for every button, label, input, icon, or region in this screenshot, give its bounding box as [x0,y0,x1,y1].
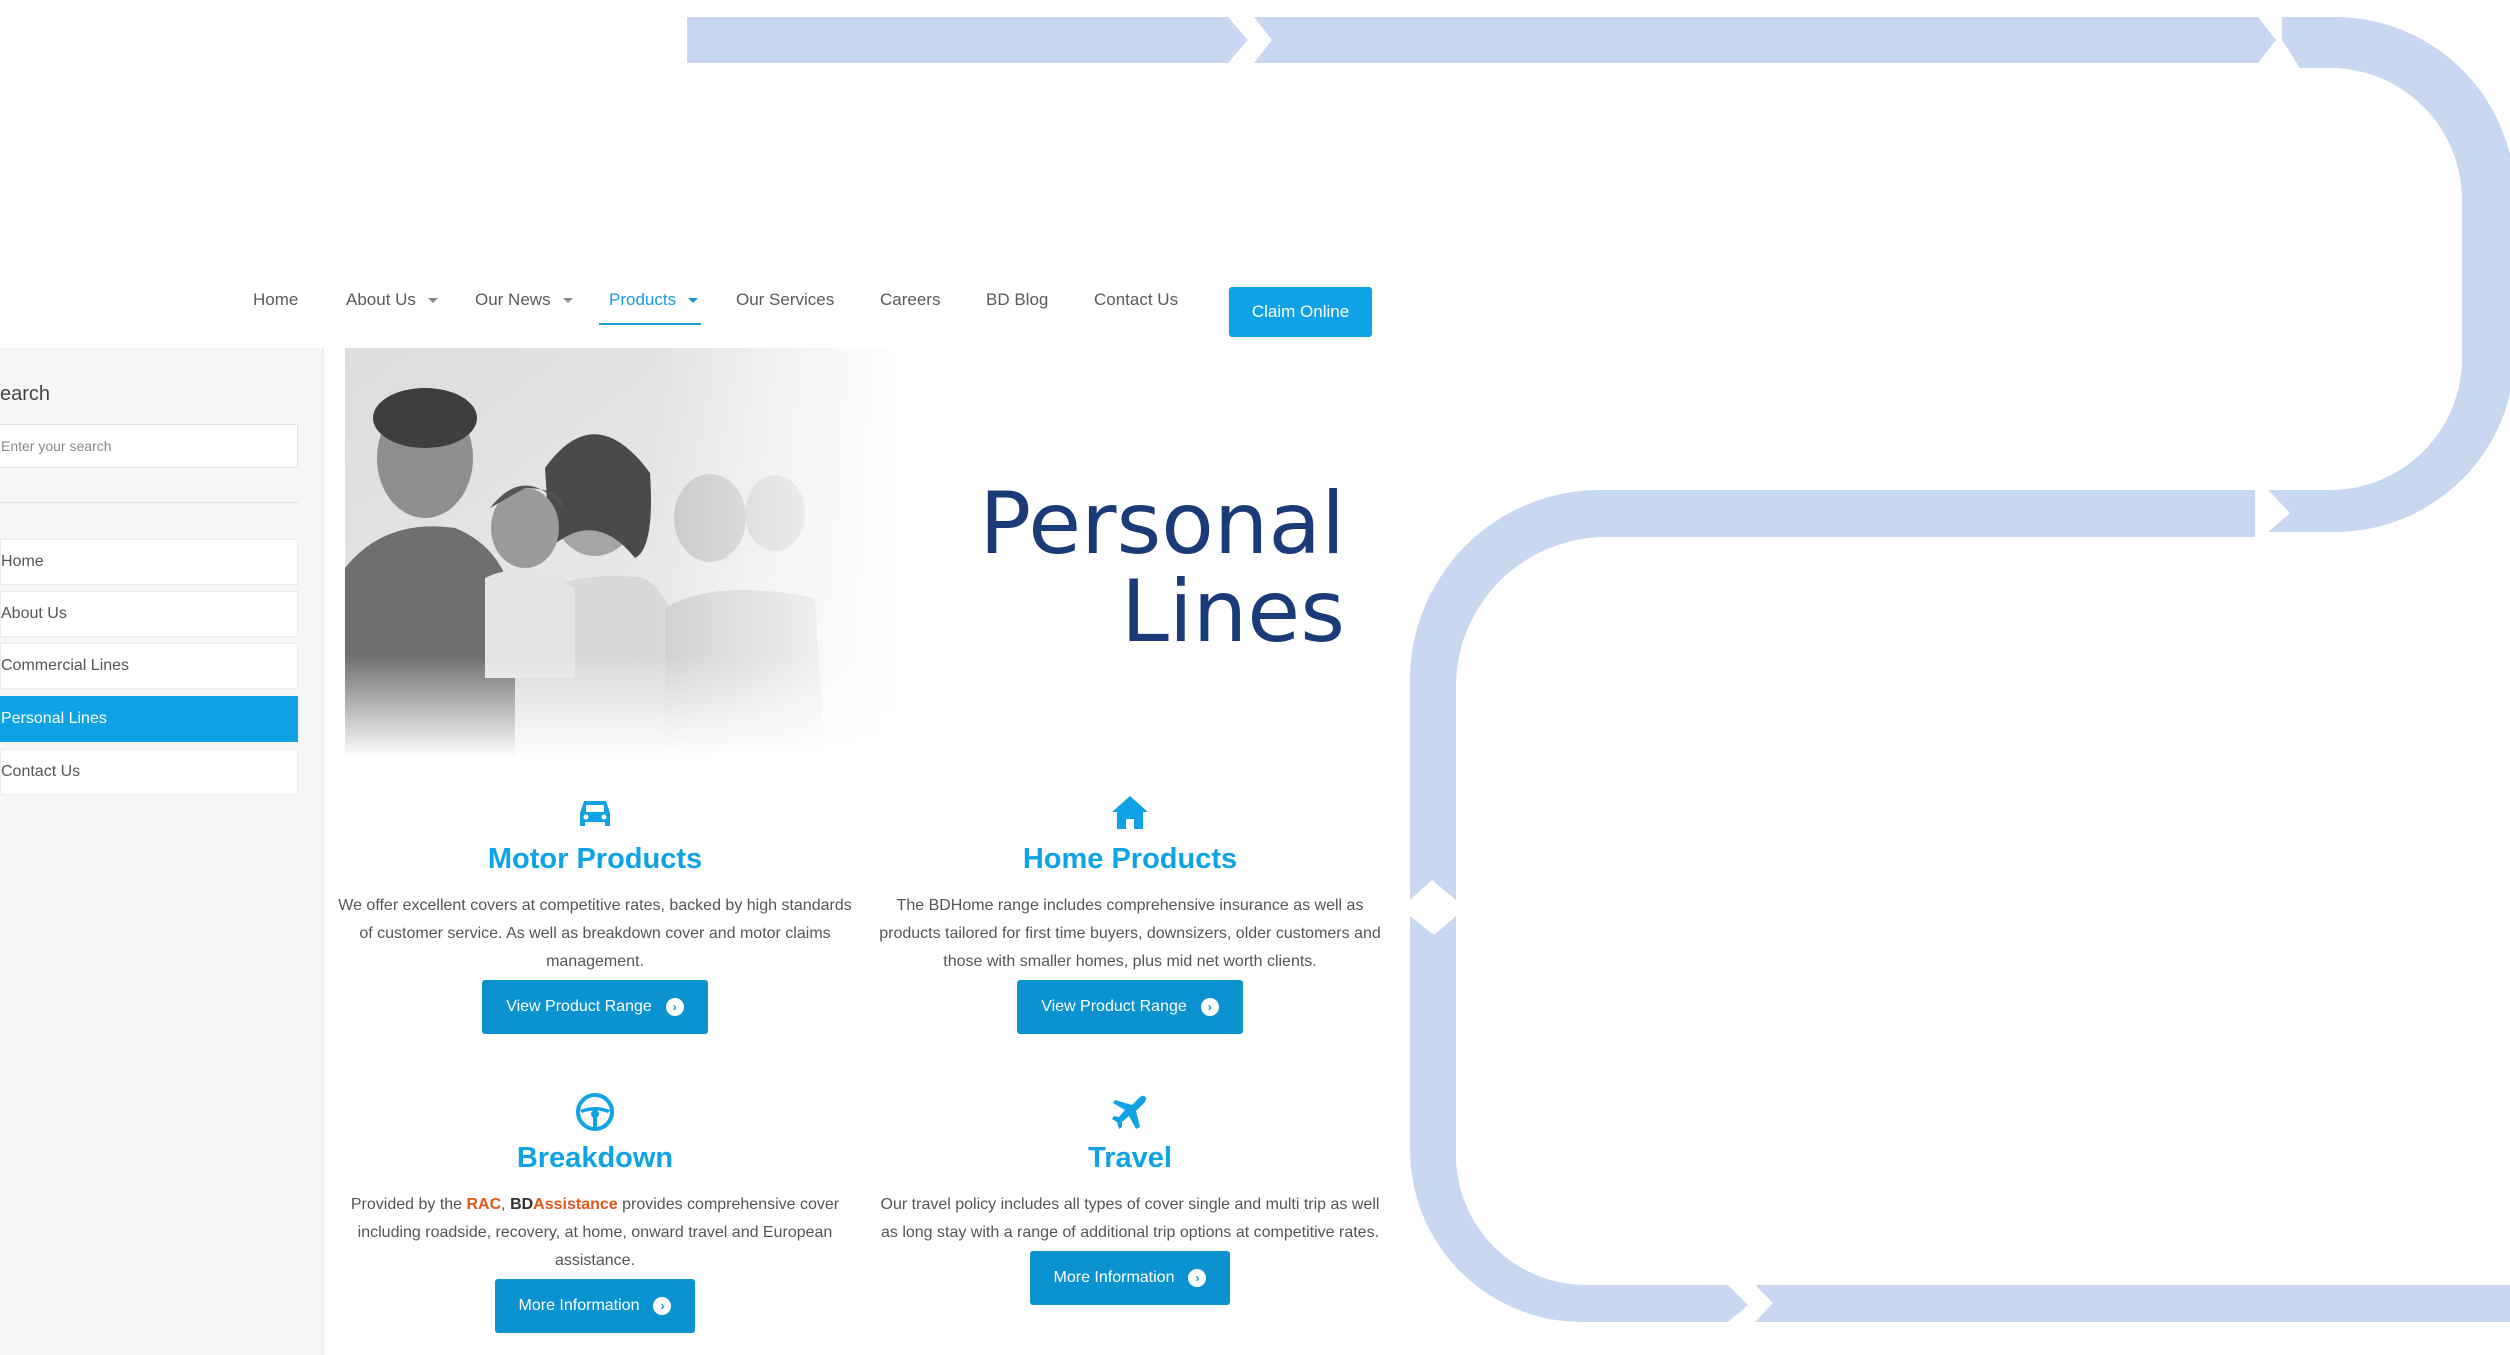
desc-text: Provided by the [350,1196,467,1213]
nav-label: About Us [346,290,416,309]
title-line-1: Personal [979,474,1345,574]
sidebar-item-about-us[interactable]: About Us [0,591,298,637]
family-photo [345,348,905,758]
nav-active-underline [599,323,701,325]
button-label: View Product Range [1041,998,1187,1015]
sidebar-item-label: Personal Lines [1,710,107,727]
sidebar-divider [0,502,298,503]
product-title: Breakdown [516,1142,674,1174]
title-line-2: Lines [1120,562,1345,662]
nav-item-about-us[interactable]: About Us [346,290,438,310]
sidebar-item-contact-us[interactable]: Contact Us [0,749,298,795]
nav-item-our-news[interactable]: Our News [475,290,573,310]
car-icon [580,801,610,826]
more-information-button[interactable]: More Information › [494,1279,696,1333]
product-description: We offer excellent covers at competitive… [338,897,852,970]
button-label: More Information [518,1297,640,1314]
home-icon [1112,796,1148,829]
product-card-breakdown: Breakdown Provided by the RAC, BDAssista… [335,1092,855,1333]
nav-label: Careers [880,290,941,309]
assistance-highlight: Assistance [533,1196,618,1213]
product-description: The BDHome range includes comprehensive … [879,897,1381,970]
search-input[interactable] [0,424,298,468]
product-title: Home Products [1022,843,1238,875]
sidebar-item-label: Home [1,553,44,570]
product-description: Our travel policy includes all types of … [880,1196,1380,1241]
view-product-range-button[interactable]: View Product Range › [482,980,708,1034]
desc-text: , [501,1196,511,1213]
arrow-right-circle-icon: › [665,998,684,1016]
sidebar-item-label: Commercial Lines [1,657,130,674]
view-product-range-button[interactable]: View Product Range › [1017,980,1243,1034]
product-card-home: Home Products The BDHome range includes … [870,793,1390,1034]
chevron-down-icon [688,298,699,304]
page-title: Personal Lines [940,480,1345,656]
steering-wheel-icon [576,1093,614,1131]
sidebar-item-label: Contact Us [1,763,81,780]
sidebar-item-label: About Us [1,605,67,622]
chevron-down-icon [427,298,438,304]
nav-item-careers[interactable]: Careers [880,290,940,310]
nav-item-our-services[interactable]: Our Services [736,290,834,310]
sidebar-item-personal-lines[interactable]: Personal Lines [0,696,298,742]
claim-online-button[interactable]: Claim Online [1229,287,1372,337]
product-card-motor: Motor Products We offer excellent covers… [335,793,855,1034]
sidebar: earch Home About Us Commercial Lines Per… [0,0,330,1355]
rac-highlight: RAC [466,1196,502,1213]
product-title: Motor Products [487,843,703,875]
product-title: Travel [1088,1142,1172,1174]
button-label: View Product Range [506,998,652,1015]
more-information-button[interactable]: More Information › [1029,1251,1231,1305]
search-heading: earch [0,383,51,405]
bd-highlight: BD [510,1196,534,1213]
nav-label: Products [609,290,677,309]
product-card-travel: Travel Our travel policy includes all ty… [870,1092,1390,1305]
arrow-right-circle-icon: › [653,1297,672,1315]
nav-label: Our News [475,290,551,309]
button-label: More Information [1053,1269,1175,1286]
plane-icon [1112,1095,1146,1129]
product-description: Provided by the RAC, BDAssistance provid… [335,1191,855,1275]
sidebar-item-commercial-lines[interactable]: Commercial Lines [0,643,298,689]
nav-label: Our Services [736,290,835,309]
nav-item-contact-us[interactable]: Contact Us [1094,290,1178,310]
arrow-right-circle-icon: › [1188,1269,1207,1287]
nav-item-bd-blog[interactable]: BD Blog [986,290,1048,310]
chevron-down-icon [562,298,573,304]
nav-item-products[interactable]: Products [609,290,699,310]
arrow-right-circle-icon: › [1200,998,1219,1016]
sidebar-item-home[interactable]: Home [0,539,298,585]
sidebar-background [0,348,324,1355]
nav-label: BD Blog [986,290,1049,309]
nav-label: Contact Us [1094,290,1179,309]
